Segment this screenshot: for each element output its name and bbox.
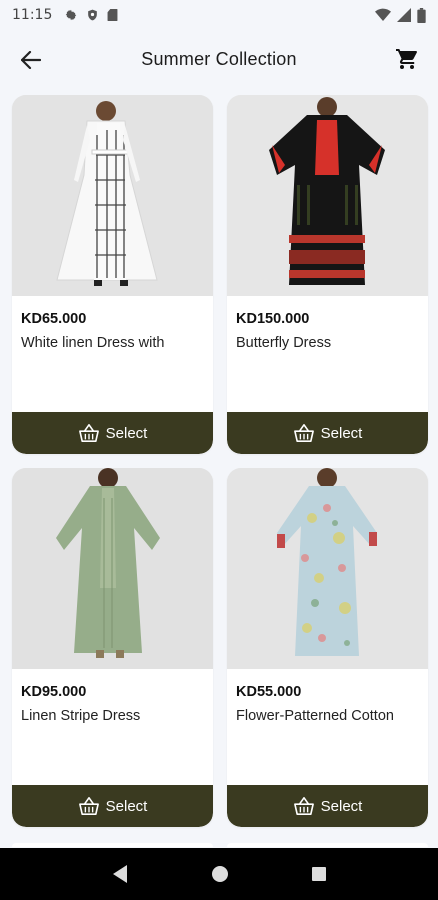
cart-button[interactable] <box>392 44 422 74</box>
product-image[interactable] <box>12 95 213 296</box>
navigation-bar <box>0 848 438 900</box>
arrow-back-icon <box>21 51 41 69</box>
back-button[interactable] <box>16 45 46 75</box>
settings-icon <box>66 9 77 21</box>
status-time: 11:15 <box>12 7 53 23</box>
select-button-label: Select <box>105 797 148 815</box>
basket-icon <box>78 424 99 442</box>
next-card-peek <box>227 843 428 847</box>
select-button[interactable]: Select <box>227 412 428 454</box>
product-image[interactable] <box>12 468 213 669</box>
nav-back-icon[interactable] <box>111 864 129 884</box>
product-price: KD150.000 <box>236 311 310 327</box>
select-button-label: Select <box>320 424 363 442</box>
select-button[interactable]: Select <box>227 785 428 827</box>
wifi-icon <box>375 8 391 21</box>
product-card[interactable]: KD95.000 Linen Stripe Dress Select <box>12 468 213 827</box>
shield-icon <box>88 9 98 21</box>
basket-icon <box>293 424 314 442</box>
nav-home-icon[interactable] <box>211 865 229 883</box>
select-button-label: Select <box>320 797 363 815</box>
next-card-peek <box>12 843 213 847</box>
product-grid: KD65.000 White linen Dress with Select K… <box>0 95 438 827</box>
product-image[interactable] <box>227 95 428 296</box>
product-card[interactable]: KD65.000 White linen Dress with Select <box>12 95 213 454</box>
basket-icon <box>78 797 99 815</box>
shopping-cart-icon <box>396 49 417 69</box>
product-card[interactable]: KD150.000 Butterfly Dress Select <box>227 95 428 454</box>
product-name: Linen Stripe Dress <box>21 708 141 724</box>
basket-icon <box>293 797 314 815</box>
status-bar: 11:15 <box>0 0 438 30</box>
sd-card-icon <box>107 8 118 22</box>
app-bar: Summer Collection <box>0 30 438 88</box>
product-name: White linen Dress with <box>21 335 165 351</box>
product-price: KD95.000 <box>21 684 87 700</box>
product-price: KD65.000 <box>21 311 87 327</box>
select-button[interactable]: Select <box>12 412 213 454</box>
select-button-label: Select <box>105 424 148 442</box>
nav-recents-icon[interactable] <box>311 866 327 882</box>
select-button[interactable]: Select <box>12 785 213 827</box>
page-title: Summer Collection <box>141 48 297 69</box>
battery-icon <box>417 7 426 23</box>
signal-icon <box>397 8 411 22</box>
product-name: Butterfly Dress <box>236 335 332 351</box>
product-price: KD55.000 <box>236 684 302 700</box>
product-image[interactable] <box>227 468 428 669</box>
product-card[interactable]: KD55.000 Flower-Patterned Cotton Select <box>227 468 428 827</box>
product-name: Flower-Patterned Cotton <box>236 708 394 724</box>
